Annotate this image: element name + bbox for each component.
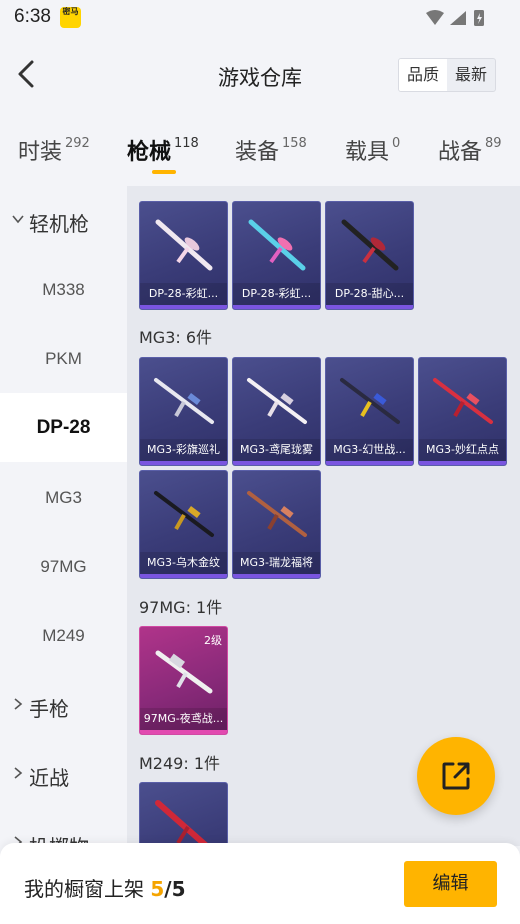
bottom-bar: 我的橱窗上架 5/5 编辑	[0, 843, 520, 924]
sort-newest-button[interactable]: 最新	[447, 59, 495, 91]
tab-count: 89	[485, 136, 502, 151]
sidebar-group-label: 手枪	[29, 697, 69, 721]
tab-count: 118	[174, 136, 199, 151]
sidebar-item-mg3[interactable]: MG3	[0, 463, 127, 532]
tab-fashion[interactable]: 时装 292	[18, 134, 90, 166]
sidebar-group-melee[interactable]: 近战	[0, 740, 127, 809]
tab-count: 292	[65, 136, 90, 151]
section-title-m249: M249: 1件	[139, 754, 221, 773]
gun-image	[433, 378, 493, 424]
gun-image	[247, 378, 307, 424]
wifi-icon	[426, 10, 444, 25]
chevron-left-icon	[18, 60, 34, 88]
item-card-name: 97MG-夜鸢战...	[140, 708, 227, 730]
sidebar-group-label: 近战	[29, 766, 69, 790]
share-external-icon	[442, 762, 470, 790]
gun-image	[340, 378, 400, 424]
item-card-name: MG3-妙红点点	[419, 439, 506, 461]
sort-quality-button[interactable]: 品质	[398, 59, 447, 91]
item-card[interactable]: MG3-瑞龙福将	[232, 470, 321, 579]
chevron-down-icon	[12, 215, 24, 224]
gun-image	[155, 800, 212, 846]
item-card-name: MG3-乌木金纹	[140, 552, 227, 574]
item-card-name: MG3-幻世战...	[326, 439, 413, 461]
item-card[interactable]: DP-28-彩虹...	[139, 201, 228, 310]
sidebar-group-pistol[interactable]: 手枪	[0, 671, 127, 740]
sidebar-item-dp28[interactable]: DP-28	[0, 393, 127, 462]
item-card[interactable]: MG3-妙红点点	[418, 357, 507, 466]
share-button[interactable]	[417, 737, 495, 815]
tab-label: 载具	[345, 140, 390, 165]
tab-equipment[interactable]: 装备 158	[235, 134, 307, 166]
showcase-label: 我的橱窗上架	[24, 877, 144, 901]
status-bar: 6:38 密马	[0, 0, 520, 36]
chevron-right-icon	[14, 767, 23, 779]
gun-image	[155, 219, 213, 271]
chevron-right-icon	[14, 698, 23, 710]
item-card-name: MG3-彩旗巡礼	[140, 439, 227, 461]
category-tabs: 时装 292 枪械 118 装备 158 载具 0 战备 89	[0, 128, 520, 178]
item-card-name: DP-28-甜心...	[326, 283, 413, 305]
tab-vehicles[interactable]: 载具 0	[345, 134, 400, 166]
tab-label: 装备	[235, 140, 280, 165]
active-tab-indicator	[152, 170, 176, 174]
gun-image	[154, 378, 214, 424]
sort-toggle: 品质 最新	[397, 58, 496, 92]
item-card[interactable]	[139, 782, 228, 846]
tab-label: 枪械	[127, 140, 172, 165]
sidebar: 轻机枪 M338 PKM DP-28 MG3 97MG M249 手枪 近战 投…	[0, 186, 127, 846]
gun-image	[154, 491, 214, 537]
header: 游戏仓库 品质 最新	[0, 36, 520, 114]
item-card-name: MG3-鸢尾珑雾	[233, 439, 320, 461]
tab-weapons[interactable]: 枪械 118	[127, 134, 199, 166]
sidebar-group-light-machine-gun[interactable]: 轻机枪	[0, 186, 127, 255]
tab-label: 时装	[18, 140, 63, 165]
item-card-name: DP-28-彩虹...	[233, 283, 320, 305]
tab-supplies[interactable]: 战备 89	[438, 134, 502, 166]
showcase-total-count: 5	[171, 877, 186, 901]
section-title-97mg: 97MG: 1件	[139, 598, 223, 617]
sidebar-item-m249[interactable]: M249	[0, 601, 127, 670]
edit-button[interactable]: 编辑	[404, 861, 497, 907]
item-card-name: MG3-瑞龙福将	[233, 552, 320, 574]
item-card[interactable]: DP-28-彩虹...	[232, 201, 321, 310]
item-card[interactable]: DP-28-甜心...	[325, 201, 414, 310]
sidebar-item-pkm[interactable]: PKM	[0, 324, 127, 393]
sidebar-group-label: 轻机枪	[29, 212, 89, 236]
tab-label: 战备	[438, 140, 483, 165]
showcase-current-count: 5	[150, 877, 165, 901]
sidebar-item-97mg[interactable]: 97MG	[0, 532, 127, 601]
showcase-separator: /	[164, 877, 172, 901]
status-time: 6:38	[14, 6, 51, 27]
system-icons	[424, 8, 494, 32]
gun-image	[341, 219, 399, 271]
section-title-mg3: MG3: 6件	[139, 328, 213, 347]
item-card-name: DP-28-彩虹...	[140, 283, 227, 305]
signal-icon	[450, 11, 466, 25]
sidebar-group-throwables[interactable]: 投掷物	[0, 809, 127, 846]
item-card[interactable]: MG3-鸢尾珑雾	[232, 357, 321, 466]
gun-image	[247, 491, 307, 537]
gun-image	[155, 650, 213, 694]
back-button[interactable]	[10, 56, 46, 92]
gun-image	[248, 219, 306, 271]
showcase-status: 我的橱窗上架 5/5	[24, 873, 186, 902]
item-card[interactable]: 2级 97MG-夜鸢战...	[139, 626, 228, 735]
app-notification-icon: 密马	[60, 7, 81, 28]
tab-count: 158	[282, 136, 307, 151]
item-card[interactable]: MG3-彩旗巡礼	[139, 357, 228, 466]
item-card[interactable]: MG3-乌木金纹	[139, 470, 228, 579]
tab-count: 0	[392, 136, 401, 151]
sidebar-item-m338[interactable]: M338	[0, 255, 127, 324]
item-card[interactable]: MG3-幻世战...	[325, 357, 414, 466]
